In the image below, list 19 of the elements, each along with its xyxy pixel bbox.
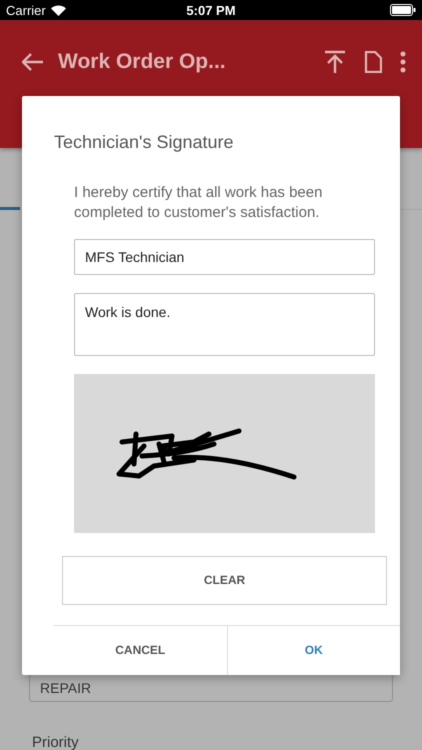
battery-icon <box>390 4 416 16</box>
notes-field[interactable]: Work is done. <box>74 293 375 356</box>
clear-button[interactable]: CLEAR <box>62 556 387 605</box>
carrier-label: Carrier <box>6 2 46 18</box>
signature-pad[interactable] <box>74 374 375 533</box>
dialog-title: Technician's Signature <box>54 132 235 153</box>
back-arrow-icon[interactable] <box>22 53 44 71</box>
cancel-button[interactable]: CANCEL <box>54 626 228 675</box>
tab-indicator <box>0 207 20 210</box>
page-title: Work Order Op... <box>58 50 227 74</box>
more-icon[interactable] <box>400 51 406 73</box>
ok-button[interactable]: OK <box>228 626 400 675</box>
wifi-icon <box>50 4 66 16</box>
priority-label: Priority <box>32 734 80 750</box>
clock-time: 5:07 PM <box>186 2 236 18</box>
document-icon[interactable] <box>364 51 382 73</box>
upload-icon[interactable] <box>324 50 346 74</box>
certification-text: I hereby certify that all work has been completed to customer's satisfaction. <box>74 183 324 223</box>
name-field[interactable]: MFS Technician <box>74 239 375 275</box>
